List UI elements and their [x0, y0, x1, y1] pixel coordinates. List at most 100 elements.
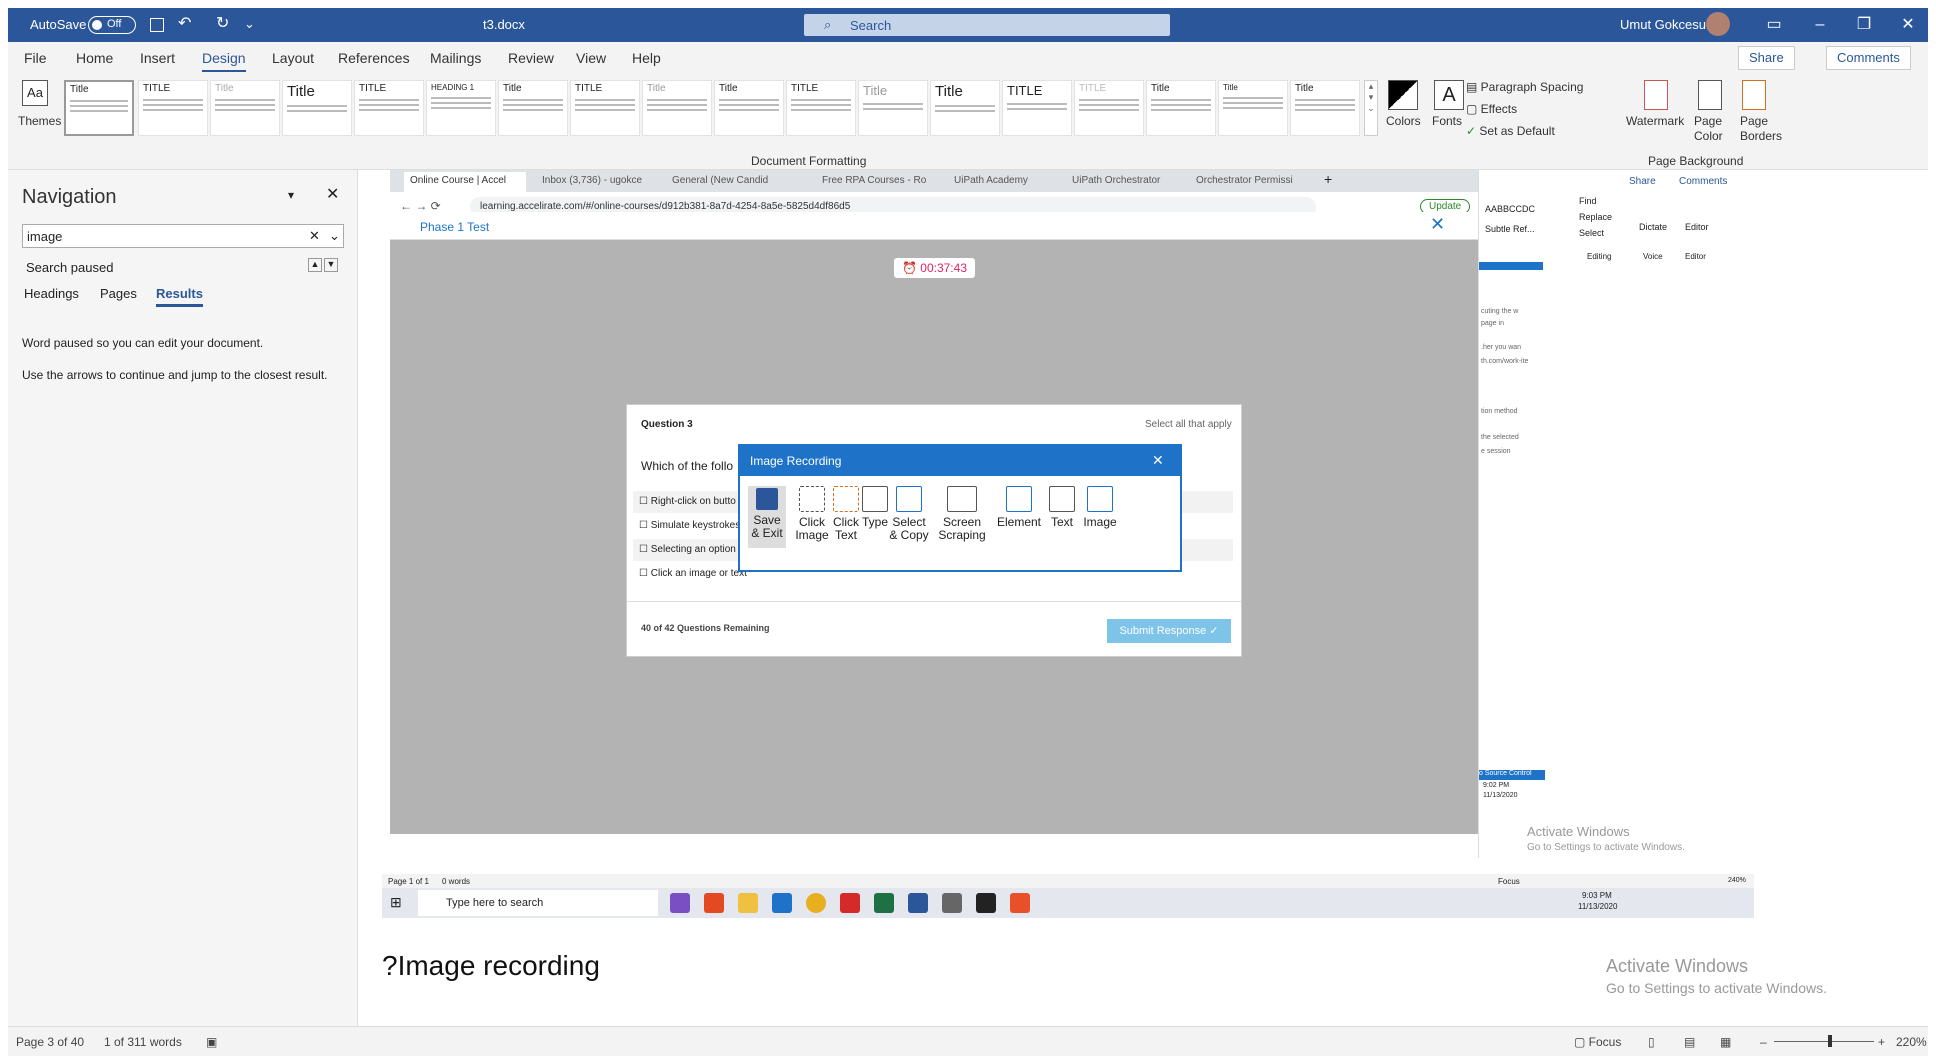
search-dropdown-icon[interactable]: ⌄ [329, 228, 340, 244]
menu-layout[interactable]: Layout [272, 50, 314, 66]
gallery-scroll[interactable]: ▴ ▾ ⌄ [1364, 80, 1378, 136]
submit-response-button[interactable]: Submit Response ✓ [1107, 619, 1231, 643]
share-button[interactable]: Share [1738, 46, 1795, 70]
menu-review[interactable]: Review [508, 50, 554, 66]
explorer-icon[interactable] [738, 893, 758, 913]
style-thumb[interactable]: Title [858, 80, 928, 136]
watermark-icon[interactable] [1644, 80, 1668, 110]
visual-studio-icon[interactable] [670, 893, 690, 913]
page-color-icon[interactable] [1698, 80, 1722, 110]
zoom-slider[interactable] [1774, 1041, 1874, 1042]
style-thumb[interactable]: Title [210, 80, 280, 136]
inner-editor[interactable]: Editor [1685, 222, 1709, 232]
fonts-icon[interactable]: A [1434, 80, 1464, 110]
style-thumb[interactable]: TITLE [138, 80, 208, 136]
taskbar-search[interactable]: Type here to search [418, 890, 658, 916]
colors-button[interactable]: Colors [1386, 114, 1421, 128]
focus-button[interactable]: ▢ Focus [1574, 1035, 1621, 1049]
user-name[interactable]: Umut Gokcesu [1620, 17, 1706, 32]
restore-icon[interactable]: ❐ [1844, 12, 1884, 38]
style-thumb[interactable]: TITLE [570, 80, 640, 136]
settings-icon[interactable] [942, 893, 962, 913]
zoom-level[interactable]: 220% [1896, 1035, 1927, 1049]
browser-tab[interactable]: General (New Candid [666, 172, 796, 192]
course-close-icon[interactable]: ✕ [1430, 214, 1445, 235]
zoom-in-icon[interactable]: + [1878, 1035, 1885, 1049]
style-thumb[interactable]: Title [498, 80, 568, 136]
text-button[interactable]: Text [1046, 486, 1078, 529]
effects-button[interactable]: ▢ Effects [1466, 102, 1517, 116]
nav-close-icon[interactable]: ✕ [326, 184, 339, 204]
clear-search-icon[interactable]: ✕ [309, 228, 320, 244]
menu-file[interactable]: File [24, 50, 47, 66]
zoom-slider-thumb[interactable] [1828, 1035, 1832, 1047]
style-thumb[interactable]: Title [64, 80, 134, 136]
menu-help[interactable]: Help [632, 50, 661, 66]
uipath-studio-icon[interactable] [1010, 893, 1030, 913]
menu-references[interactable]: References [338, 50, 410, 66]
browser-tab[interactable]: Online Course | Accel [404, 172, 526, 192]
prev-result-icon[interactable]: ▲ [308, 258, 322, 272]
word-count[interactable]: 1 of 311 words [104, 1035, 182, 1049]
zoom-out-icon[interactable]: – [1760, 1035, 1767, 1049]
style-thumb[interactable]: Title [1146, 80, 1216, 136]
nav-search-input[interactable]: image ✕ ⌄ [22, 224, 344, 248]
browser-tab[interactable]: UiPath Academy [948, 172, 1048, 192]
word-icon[interactable] [908, 893, 928, 913]
page-color-button[interactable]: Page Color [1694, 114, 1738, 144]
document-title[interactable]: t3.docx [483, 17, 525, 32]
search-box[interactable]: ⌕ Search [804, 14, 1170, 36]
style-thumb[interactable]: TITLE [1002, 80, 1072, 136]
office-icon[interactable] [704, 893, 724, 913]
windows-start-icon[interactable]: ⊞ [390, 894, 402, 911]
terminal-icon[interactable] [976, 893, 996, 913]
excel-icon[interactable] [874, 893, 894, 913]
acrobat-icon[interactable] [840, 893, 860, 913]
browser-tab[interactable]: Inbox (3,736) - ugokce [536, 172, 660, 192]
menu-mailings[interactable]: Mailings [430, 50, 481, 66]
undo-icon[interactable]: ↶ [178, 13, 191, 33]
select-copy-button[interactable]: Select & Copy [888, 486, 930, 542]
style-thumb[interactable]: Title [1218, 80, 1288, 136]
paragraph-spacing-button[interactable]: ▤ Paragraph Spacing [1466, 80, 1583, 94]
style-thumb[interactable]: Title [1290, 80, 1360, 136]
next-result-icon[interactable]: ▼ [324, 258, 338, 272]
style-thumb[interactable]: TITLE [786, 80, 856, 136]
source-control-button[interactable]: o Source Control [1479, 770, 1545, 780]
web-layout-icon[interactable]: ▦ [1720, 1035, 1731, 1049]
fonts-button[interactable]: Fonts [1432, 114, 1462, 128]
save-icon[interactable] [150, 18, 164, 32]
browser-tab[interactable]: UiPath Orchestrator [1066, 172, 1178, 192]
print-layout-icon[interactable]: ▤ [1684, 1035, 1695, 1049]
inner-share-button[interactable]: Share [1629, 176, 1656, 187]
element-button[interactable]: Element [996, 486, 1042, 529]
inner-select[interactable]: Select [1579, 228, 1604, 238]
avatar[interactable] [1706, 12, 1730, 36]
read-mode-icon[interactable]: ▯ [1648, 1035, 1655, 1049]
inner-find[interactable]: Find [1579, 196, 1597, 206]
nav-options-icon[interactable]: ▾ [288, 188, 294, 202]
themes-button[interactable]: Themes [18, 114, 61, 128]
style-thumb[interactable]: Title [930, 80, 1000, 136]
inner-comments-button[interactable]: Comments [1679, 176, 1727, 187]
menu-home[interactable]: Home [76, 50, 113, 66]
menu-insert[interactable]: Insert [140, 50, 175, 66]
tab-headings[interactable]: Headings [24, 286, 79, 301]
style-thumb[interactable]: Title [282, 80, 352, 136]
menu-design[interactable]: Design [202, 50, 246, 73]
redo-icon[interactable]: ↻ [216, 13, 229, 33]
set-as-default-button[interactable]: ✓ Set as Default [1466, 124, 1555, 138]
tab-pages[interactable]: Pages [100, 286, 137, 301]
quick-access-more-icon[interactable]: ⌄ [244, 16, 255, 32]
dialog-close-icon[interactable]: ✕ [1152, 452, 1164, 469]
tab-results[interactable]: Results [156, 286, 203, 307]
page-borders-button[interactable]: Page Borders [1740, 114, 1784, 144]
page-borders-icon[interactable] [1742, 80, 1766, 110]
style-thumb[interactable]: TITLE [354, 80, 424, 136]
themes-icon[interactable]: Aa [22, 80, 48, 106]
browser-tab[interactable]: Free RPA Courses - Ro [816, 172, 934, 192]
document-heading[interactable]: ?Image recording [382, 950, 600, 982]
inner-focus[interactable]: Focus [1498, 877, 1520, 886]
type-button[interactable]: Type [858, 486, 892, 529]
inner-dictate[interactable]: Dictate [1639, 222, 1667, 232]
